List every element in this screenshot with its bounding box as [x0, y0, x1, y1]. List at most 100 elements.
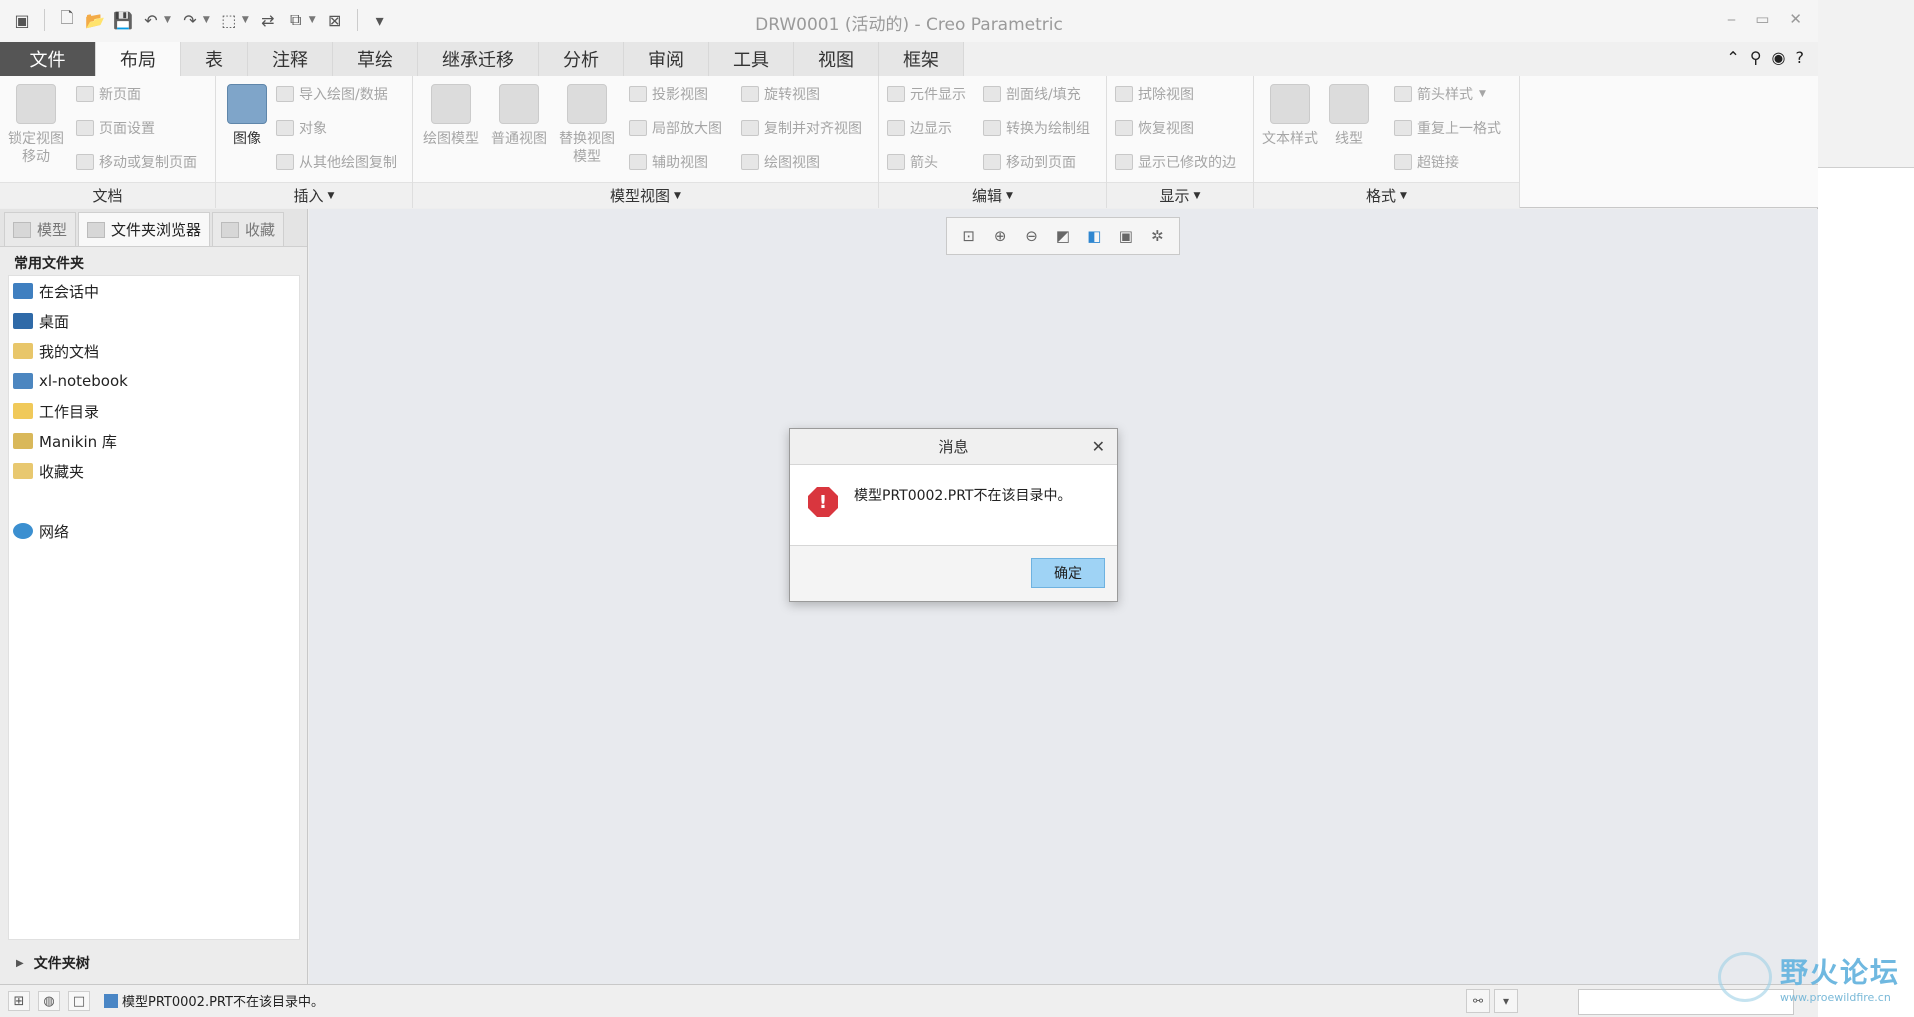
- collapse-ribbon-icon[interactable]: ⌃: [1726, 48, 1739, 67]
- show-modified-edges-button[interactable]: 显示已修改的边: [1115, 152, 1236, 172]
- ribbon: 锁定视图 移动 新页面 页面设置 移动或复制页面 文档 图像 导入绘图/数据 对…: [0, 76, 1818, 208]
- folder-item-in-session[interactable]: 在会话中: [9, 276, 299, 306]
- chevron-down-icon: ▼: [674, 190, 681, 201]
- display-style-icon[interactable]: ◧: [1083, 225, 1105, 247]
- import-icon: [276, 86, 294, 102]
- chevron-down-icon: ▼: [1400, 190, 1407, 201]
- refit-icon[interactable]: ⊡: [958, 225, 980, 247]
- arrow-button[interactable]: 箭头: [887, 152, 938, 172]
- lock-view-button[interactable]: 锁定视图 移动: [4, 84, 68, 166]
- hatch-fill-button[interactable]: 剖面线/填充: [983, 84, 1081, 104]
- drawing-model-button[interactable]: 绘图模型: [419, 84, 483, 148]
- background-window-top: [1818, 0, 1914, 168]
- group-label-insert[interactable]: 插入 ▼: [216, 182, 412, 208]
- tab-annotate[interactable]: 注释: [248, 42, 333, 76]
- folder-item-desktop[interactable]: 桌面: [9, 306, 299, 336]
- fullscreen-icon[interactable]: □: [68, 991, 90, 1011]
- arrow-style-button[interactable]: 箭头样式 ▼: [1394, 84, 1486, 104]
- copy-align-icon: [741, 120, 759, 136]
- folder-tree-toggle[interactable]: ▶ 文件夹树: [0, 942, 307, 984]
- forum-logo-icon: [1717, 952, 1772, 1002]
- tab-review[interactable]: 审阅: [624, 42, 709, 76]
- edge-display-button[interactable]: 边显示: [887, 118, 952, 138]
- favorites-folder-icon: [13, 463, 33, 479]
- tab-legacy-migration[interactable]: 继承迁移: [418, 42, 539, 76]
- minimize-icon[interactable]: ⎯: [1728, 10, 1736, 28]
- zoom-out-icon[interactable]: ⊖: [1021, 225, 1043, 247]
- tab-tools[interactable]: 工具: [709, 42, 794, 76]
- group-label-format[interactable]: 格式 ▼: [1254, 182, 1519, 208]
- find-dropdown-icon[interactable]: ▾: [1494, 989, 1518, 1013]
- folder-item-manikin-library[interactable]: Manikin 库: [9, 426, 299, 456]
- move-copy-page-button[interactable]: 移动或复制页面: [76, 152, 197, 172]
- auxiliary-view-button[interactable]: 辅助视图: [629, 152, 708, 172]
- background-window: [1818, 0, 1914, 1017]
- repeat-format-button[interactable]: 重复上一格式: [1394, 118, 1501, 138]
- move-to-page-button[interactable]: 移动到页面: [983, 152, 1076, 172]
- find-icon[interactable]: ⚯: [1466, 989, 1490, 1013]
- model-tree-icon: [13, 221, 31, 238]
- general-view-button[interactable]: 普通视图: [487, 84, 551, 148]
- tab-folder-browser[interactable]: 文件夹浏览器: [78, 212, 211, 246]
- sheets-icon[interactable]: ▣: [1115, 225, 1137, 247]
- status-message: 模型PRT0002.PRT不在该目录中。: [104, 991, 324, 1010]
- status-right-tools: ⚯ ▾: [1466, 989, 1518, 1013]
- projection-view-button[interactable]: 投影视图: [629, 84, 708, 104]
- folder-item-favorites[interactable]: 收藏夹: [9, 456, 299, 486]
- erase-view-button[interactable]: 拭除视图: [1115, 84, 1194, 104]
- object-button[interactable]: 对象: [276, 118, 327, 138]
- help-icon[interactable]: ?: [1796, 48, 1805, 67]
- zoom-in-icon[interactable]: ⊕: [989, 225, 1011, 247]
- maximize-icon[interactable]: ▭: [1755, 10, 1769, 28]
- hyperlink-button[interactable]: 超链接: [1394, 152, 1459, 172]
- repaint-icon[interactable]: ◩: [1052, 225, 1074, 247]
- drawing-view-button[interactable]: 绘图视图: [741, 152, 820, 172]
- page-setup-button[interactable]: 页面设置: [76, 118, 155, 138]
- component-display-button[interactable]: 元件显示: [887, 84, 966, 104]
- image-button[interactable]: 图像: [220, 84, 274, 148]
- group-label-model-views[interactable]: 模型视图 ▼: [413, 182, 878, 208]
- close-icon[interactable]: ✕: [1789, 10, 1802, 28]
- line-style-button[interactable]: 线型: [1324, 84, 1374, 148]
- convert-icon: [983, 120, 1001, 136]
- navigator-toggle-icon[interactable]: ⊞: [8, 991, 30, 1011]
- new-page-button[interactable]: 新页面: [76, 84, 141, 104]
- dialog-message: 模型PRT0002.PRT不在该目录中。: [854, 488, 1072, 504]
- search-icon[interactable]: ⚲: [1750, 48, 1762, 67]
- copy-from-drawing-button[interactable]: 从其他绘图复制: [276, 152, 397, 172]
- community-icon[interactable]: ◉: [1772, 48, 1786, 67]
- group-label-display[interactable]: 显示 ▼: [1107, 182, 1253, 208]
- folder-item-working-directory[interactable]: 工作目录: [9, 396, 299, 426]
- browser-toggle-icon[interactable]: ◍: [38, 991, 60, 1011]
- revolved-view-button[interactable]: 旋转视图: [741, 84, 820, 104]
- group-document: 锁定视图 移动 新页面 页面设置 移动或复制页面 文档: [0, 76, 216, 208]
- tab-frame[interactable]: 框架: [879, 42, 964, 76]
- group-display: 拭除视图 恢复视图 显示已修改的边 显示 ▼: [1107, 76, 1254, 208]
- folder-item-network[interactable]: 网络: [9, 516, 299, 546]
- datum-display-icon[interactable]: ✲: [1146, 225, 1168, 247]
- ok-button[interactable]: 确定: [1031, 558, 1105, 588]
- restore-view-button[interactable]: 恢复视图: [1115, 118, 1194, 138]
- text-style-button[interactable]: 文本样式: [1258, 84, 1322, 148]
- group-insert: 图像 导入绘图/数据 对象 从其他绘图复制 插入 ▼: [216, 76, 413, 208]
- detailed-view-button[interactable]: 局部放大图: [629, 118, 722, 138]
- watermark: 野火论坛 www.proewildfire.cn: [1690, 945, 1900, 1009]
- group-model-views: 绘图模型 普通视图 替换视图 模型 投影视图 局部放大图 辅助视图 旋转视图 复…: [413, 76, 879, 208]
- folder-item-computer[interactable]: xl-notebook: [9, 366, 299, 396]
- tab-analysis[interactable]: 分析: [539, 42, 624, 76]
- tab-sketch[interactable]: 草绘: [333, 42, 418, 76]
- copy-align-view-button[interactable]: 复制并对齐视图: [741, 118, 862, 138]
- close-icon[interactable]: ✕: [1092, 437, 1105, 456]
- tab-layout[interactable]: 布局: [96, 42, 181, 76]
- tab-file[interactable]: 文件: [0, 42, 96, 76]
- ribbon-tabs: 文件 布局 表 注释 草绘 继承迁移 分析 审阅 工具 视图 框架 ⌃ ⚲ ◉ …: [0, 42, 1818, 76]
- tab-favorites[interactable]: 收藏: [212, 212, 285, 246]
- tab-table[interactable]: 表: [181, 42, 248, 76]
- convert-to-group-button[interactable]: 转换为绘制组: [983, 118, 1090, 138]
- folder-item-my-documents[interactable]: 我的文档: [9, 336, 299, 366]
- replace-view-model-button[interactable]: 替换视图 模型: [555, 84, 619, 166]
- import-drawing-button[interactable]: 导入绘图/数据: [276, 84, 388, 104]
- tab-model-tree[interactable]: 模型: [4, 212, 77, 246]
- tab-view[interactable]: 视图: [794, 42, 879, 76]
- group-label-edit[interactable]: 编辑 ▼: [879, 182, 1106, 208]
